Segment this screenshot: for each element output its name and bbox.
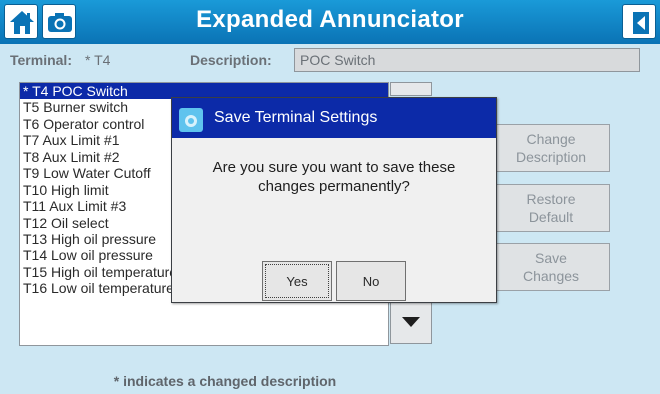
change-description-button[interactable]: Change Description xyxy=(492,124,610,172)
dialog-message-line: Are you sure you want to save these xyxy=(212,159,456,176)
yes-button[interactable]: Yes xyxy=(262,261,332,301)
no-button[interactable]: No xyxy=(336,261,406,301)
exit-button[interactable] xyxy=(622,4,656,39)
dialog-message-line: changes permanently? xyxy=(258,178,410,195)
button-label-line: Default xyxy=(528,209,574,225)
description-field[interactable]: POC Switch xyxy=(294,48,640,72)
button-label-line: Changes xyxy=(522,268,580,284)
annunciator-screen: Expanded Annunciator Terminal: * T4 Desc… xyxy=(0,0,660,394)
title-bar: Expanded Annunciator xyxy=(0,0,660,44)
terminal-value: * T4 xyxy=(85,52,111,68)
changed-description-note: * indicates a changed description xyxy=(113,373,337,389)
scroll-up-button[interactable] xyxy=(390,82,432,96)
button-label-line: Save xyxy=(535,250,567,266)
button-label-line: Change xyxy=(526,131,576,147)
save-changes-button[interactable]: Save Changes xyxy=(492,243,610,291)
dialog-title: Save Terminal Settings xyxy=(214,109,378,126)
button-label-line: Restore xyxy=(526,191,576,207)
terminal-label: Terminal: xyxy=(10,52,72,68)
description-label: Description: xyxy=(190,52,272,68)
scroll-down-button[interactable] xyxy=(390,300,432,344)
dialog-title-bar: Save Terminal Settings xyxy=(172,98,496,138)
exit-door-icon xyxy=(633,12,649,34)
restore-default-button[interactable]: Restore Default xyxy=(492,184,610,232)
camera-button[interactable] xyxy=(42,4,76,39)
window-title: Expanded Annunciator xyxy=(196,6,464,33)
save-settings-dialog: Save Terminal Settings Are you sure you … xyxy=(171,97,497,303)
triangle-down-icon xyxy=(402,317,420,327)
button-label-line: Description xyxy=(515,149,587,165)
camera-icon xyxy=(48,13,72,32)
dialog-message: Are you sure you want to save these chan… xyxy=(182,158,486,196)
home-button[interactable] xyxy=(4,4,38,39)
home-icon xyxy=(10,11,34,34)
dialog-app-icon xyxy=(179,108,203,132)
